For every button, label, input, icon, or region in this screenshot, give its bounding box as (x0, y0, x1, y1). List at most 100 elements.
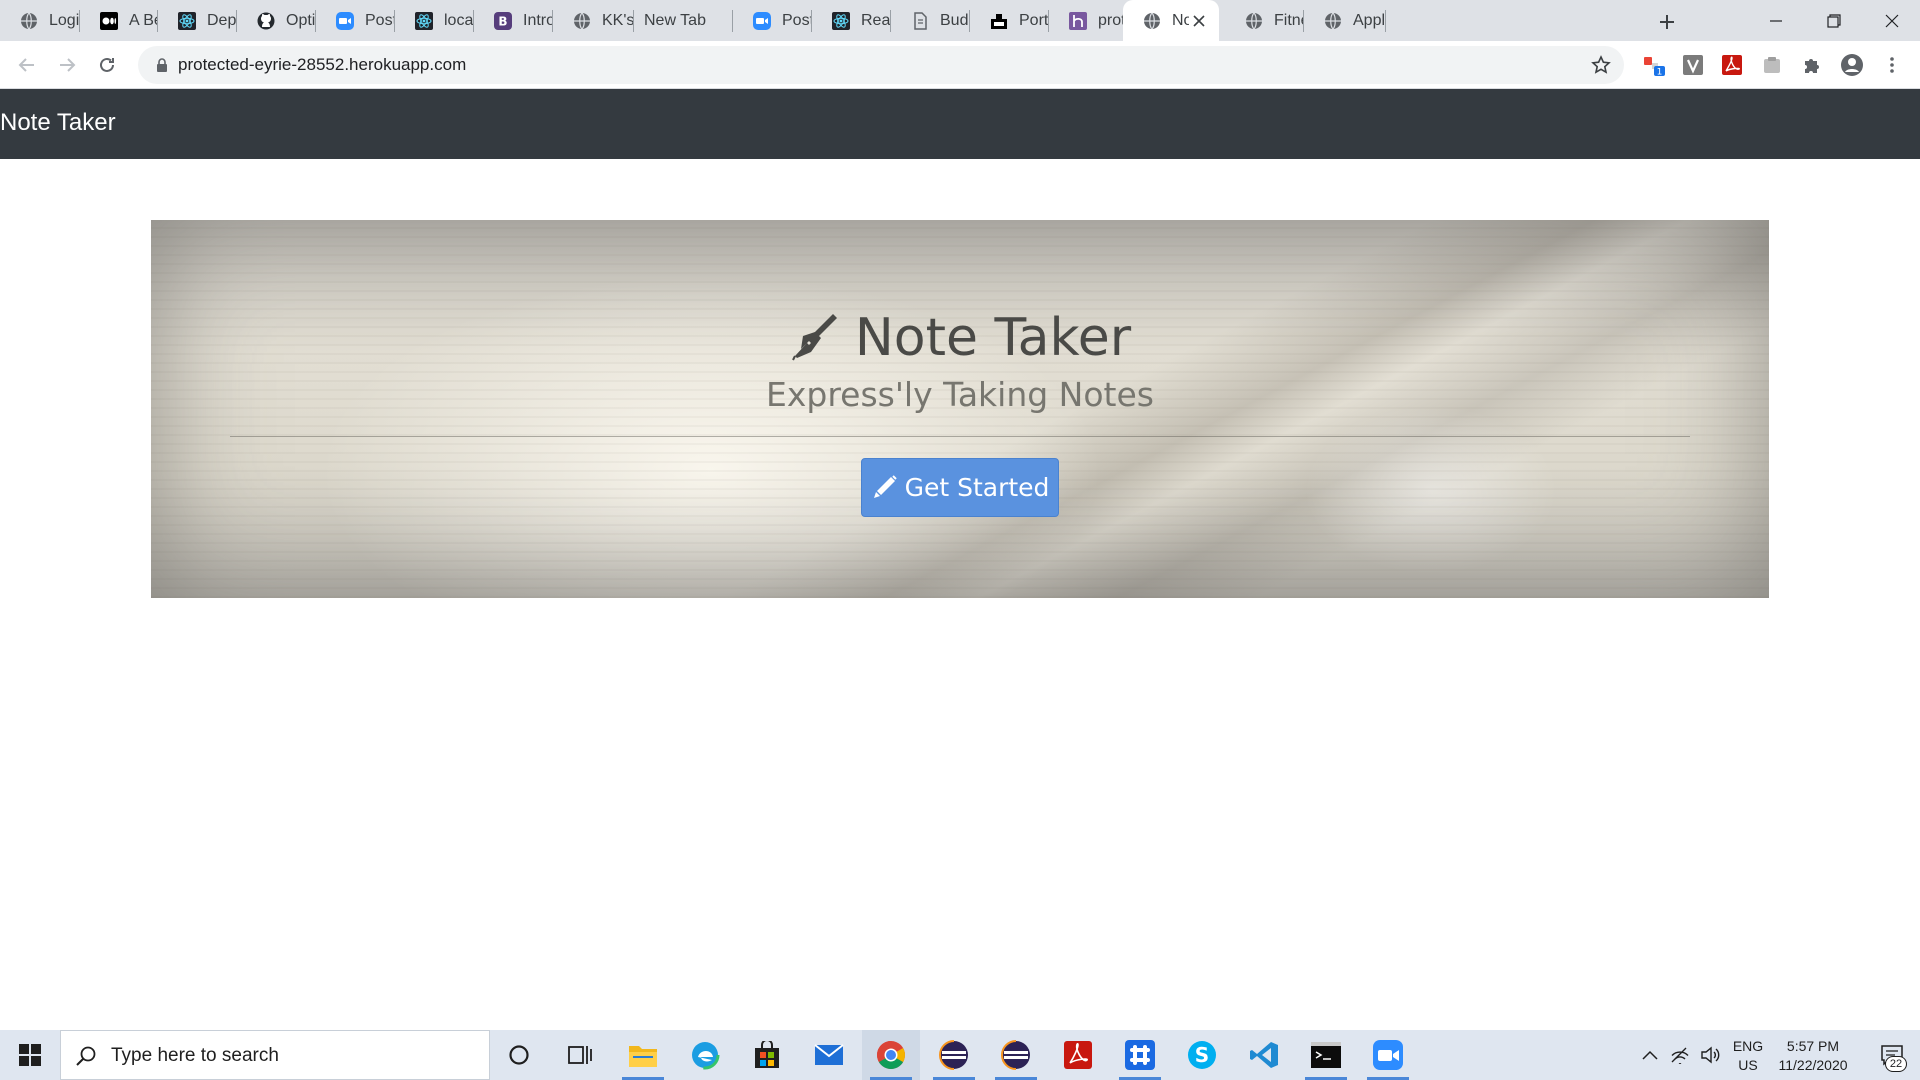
folder-icon (629, 1046, 657, 1067)
taskbar-skype[interactable]: S (1173, 1030, 1231, 1080)
taskbar-store[interactable] (738, 1030, 796, 1080)
tab-title: localho (444, 11, 474, 29)
taskbar-edge[interactable] (676, 1030, 734, 1080)
react-icon (831, 11, 851, 31)
navbar-brand[interactable]: Note Taker (0, 109, 116, 137)
wifi-icon (1671, 1047, 1689, 1064)
svg-text:S: S (1195, 1043, 1209, 1067)
tab-title: React (861, 11, 891, 29)
chevron-up-icon (1642, 1050, 1658, 1060)
task-view-icon (568, 1046, 592, 1064)
extension-update-icon[interactable]: 1 (1642, 53, 1666, 77)
forward-button[interactable] (51, 49, 83, 81)
new-tab-button[interactable] (1654, 9, 1680, 35)
clock[interactable]: 5:57 PM 11/22/2020 (1768, 1037, 1858, 1075)
browser-tab[interactable]: Post At (316, 0, 395, 41)
volume-button[interactable] (1695, 1030, 1725, 1080)
reload-button[interactable] (91, 49, 123, 81)
tab-strip: Login tA BegiDeployOptionPost AtlocalhoB… (0, 0, 1920, 41)
address-bar[interactable]: protected-eyrie-28552.herokuapp.com (138, 46, 1624, 84)
budget-icon (910, 11, 930, 31)
taskbar-search[interactable]: Type here to search (60, 1030, 490, 1080)
globe-icon (1323, 11, 1343, 31)
extension-badge: 1 (1657, 68, 1663, 78)
browser-tab[interactable]: localho (395, 0, 474, 41)
taskbar-terminal[interactable] (1297, 1030, 1355, 1080)
taskbar-mail[interactable] (800, 1030, 858, 1080)
react-icon (414, 11, 434, 31)
portfolio-icon (989, 11, 1009, 31)
start-button[interactable] (0, 1030, 60, 1080)
browser-toolbar: protected-eyrie-28552.herokuapp.com 1 (0, 41, 1920, 89)
taskbar-vscode[interactable] (1235, 1030, 1293, 1080)
browser-tab[interactable]: Deploy (158, 0, 237, 41)
tab-title: Login t (49, 11, 80, 29)
minimize-button[interactable] (1748, 0, 1804, 41)
get-started-button[interactable]: Get Started (861, 458, 1059, 517)
url-text[interactable]: protected-eyrie-28552.herokuapp.com (178, 55, 466, 75)
windows-taskbar: Type here to search S ENG US 5:57 PM 11/… (0, 1030, 1920, 1080)
browser-tab[interactable]: B Introdu (474, 0, 553, 41)
browser-tab[interactable]: Budget (891, 0, 970, 41)
back-button[interactable] (11, 49, 43, 81)
browser-tab[interactable]: Post At (733, 0, 812, 41)
v-extension-icon[interactable] (1681, 53, 1705, 77)
show-hidden-icons-button[interactable] (1635, 1030, 1665, 1080)
browser-tab[interactable]: Portfol (970, 0, 1049, 41)
tab-title: Portfol (1019, 11, 1049, 29)
browser-tab[interactable]: KK's St (553, 0, 634, 41)
browser-tab[interactable]: protec (1049, 0, 1129, 41)
browser-tab[interactable]: No (1123, 0, 1219, 41)
cortana-button[interactable] (490, 1030, 548, 1080)
tab-title: Option (286, 11, 316, 29)
mail-icon (814, 1044, 844, 1065)
browser-tab[interactable]: React (812, 0, 891, 41)
tab-title: Budget (940, 11, 970, 29)
task-view-button[interactable] (551, 1030, 609, 1080)
browser-tab[interactable]: Login t (0, 0, 80, 41)
action-center-button[interactable]: 22 (1864, 1030, 1920, 1080)
acrobat-icon (1064, 1041, 1092, 1069)
tab-close-icon[interactable] (1189, 11, 1209, 31)
github-icon (256, 11, 276, 31)
taskbar-zoom[interactable] (1359, 1030, 1417, 1080)
search-placeholder[interactable]: Type here to search (111, 1045, 279, 1067)
profile-avatar-icon[interactable] (1840, 53, 1864, 77)
hero-divider (230, 436, 1690, 437)
input-language-indicator[interactable]: ENG US (1728, 1037, 1768, 1075)
lock-icon[interactable] (153, 56, 171, 74)
network-button[interactable] (1665, 1030, 1695, 1080)
browser-tab[interactable]: New Tab (634, 0, 733, 41)
tab-title: A Begi (129, 11, 158, 29)
tab-title: Applic (1353, 11, 1386, 29)
clipboard-extension-icon[interactable] (1760, 53, 1784, 77)
puzzle-extensions-icon[interactable] (1800, 53, 1824, 77)
taskbar-eclipse-1[interactable] (925, 1030, 983, 1080)
tab-title: Deploy (207, 11, 237, 29)
browser-tab[interactable]: Applic (1304, 0, 1386, 41)
skype-icon: S (1188, 1041, 1216, 1069)
vscode-icon (1250, 1042, 1278, 1068)
taskbar-eclipse-2[interactable] (987, 1030, 1045, 1080)
reload-icon (100, 57, 114, 72)
edge-icon (690, 1040, 720, 1070)
bootstrap-icon: B (493, 11, 513, 31)
windows-logo-icon (19, 1044, 41, 1066)
restore-button[interactable] (1806, 0, 1862, 41)
kebab-menu-icon[interactable] (1880, 53, 1904, 77)
taskbar-acrobat[interactable] (1049, 1030, 1107, 1080)
browser-tab[interactable]: Fitness (1225, 0, 1304, 41)
tab-title: New Tab (644, 11, 706, 29)
taskbar-slack[interactable] (1111, 1030, 1169, 1080)
browser-tab[interactable]: Option (237, 0, 316, 41)
acrobat-extension-icon[interactable] (1720, 53, 1744, 77)
taskbar-chrome[interactable] (862, 1030, 920, 1080)
close-window-button[interactable] (1864, 0, 1920, 41)
restore-icon (1827, 13, 1841, 28)
taskbar-file-explorer[interactable] (614, 1030, 672, 1080)
tab-title: Post At (782, 11, 812, 29)
eclipse-icon (939, 1040, 968, 1070)
bookmark-star-icon[interactable] (1590, 54, 1612, 76)
browser-tab[interactable]: A Begi (80, 0, 158, 41)
close-icon (1885, 14, 1899, 27)
